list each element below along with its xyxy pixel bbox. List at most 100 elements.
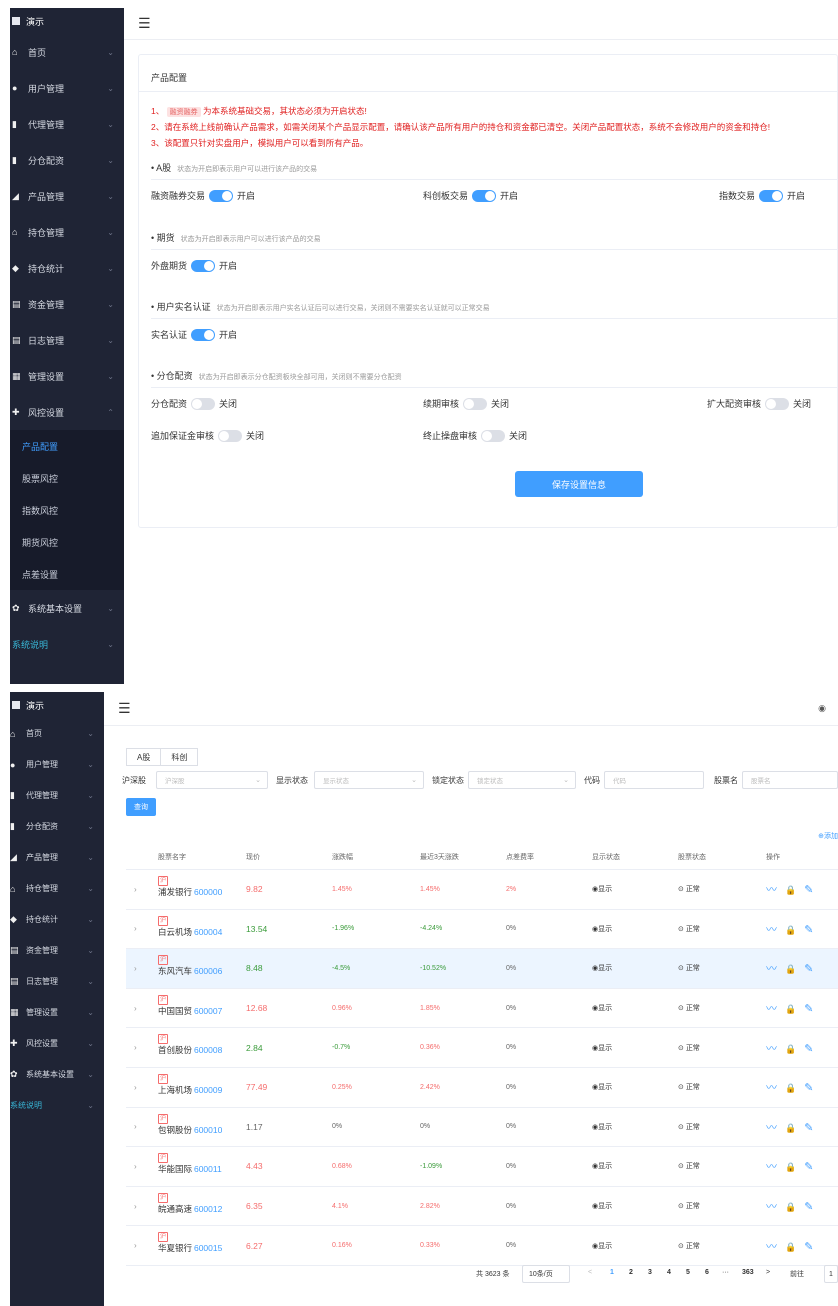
edit-icon[interactable]: ✎ — [804, 884, 813, 896]
sidebar-item-home[interactable]: ⌂ 首页 ⌄ — [10, 718, 104, 749]
page-3[interactable]: 3 — [648, 1269, 652, 1276]
goto-page-input[interactable]: 1 — [824, 1265, 838, 1283]
expand-icon[interactable]: › — [134, 1122, 137, 1131]
edit-icon[interactable]: ✎ — [804, 1122, 813, 1134]
prev-page-button[interactable]: < — [588, 1269, 592, 1276]
lock-icon[interactable]: 🔒 — [785, 925, 796, 935]
expand-icon[interactable]: › — [134, 1202, 137, 1211]
chart-icon[interactable]: 〰 — [766, 1082, 777, 1094]
stock-code-link[interactable]: 600008 — [194, 1045, 222, 1055]
sidebar-item-fund[interactable]: ▤ 资金管理 ⌄ — [10, 935, 104, 966]
alloc-switch[interactable] — [191, 397, 216, 410]
query-button[interactable]: 查询 — [126, 798, 156, 816]
sidebar-subitem[interactable]: 产品配置 — [10, 430, 124, 462]
sidebar-item-system[interactable]: ✿ 系统基本设置 ⌄ — [10, 590, 124, 626]
sidebar-item-agent[interactable]: ▮ 代理管理 ⌄ — [10, 780, 104, 811]
chart-icon[interactable]: 〰 — [766, 1201, 777, 1213]
sidebar-item-product[interactable]: ◢ 产品管理 ⌄ — [10, 178, 124, 214]
page-last[interactable]: 363 — [742, 1269, 754, 1276]
table-row[interactable]: › 沪首创股份 600008 2.84 -0.7% 0.36% 0% ◉显示 ⊙ 正常 〰 🔒 ✎ — [126, 1028, 838, 1068]
sidebar-item-allocation[interactable]: ▮ 分仓配资 ⌄ — [10, 142, 124, 178]
sidebar-item-log[interactable]: ▤ 日志管理 ⌄ — [10, 322, 124, 358]
stock-code-link[interactable]: 600000 — [194, 887, 222, 897]
sidebar-item-user[interactable]: ● 用户管理 ⌄ — [10, 749, 104, 780]
table-row[interactable]: › 沪包钢股份 600010 1.17 0% 0% 0% ◉显示 ⊙ 正常 〰 🔒 ✎ — [126, 1108, 838, 1148]
tab-star[interactable]: 科创 — [161, 748, 199, 766]
stock-name-input[interactable]: 股票名 — [742, 771, 838, 789]
sidebar-item-system-info[interactable]: 系统说明 ⌄ — [10, 626, 124, 662]
expand-icon[interactable]: › — [134, 1083, 137, 1092]
table-row[interactable]: › 沪上海机场 600009 77.49 0.25% 2.42% 0% ◉显示 ⊙ 正常 〰 🔒 ✎ — [126, 1068, 838, 1108]
expand-icon[interactable]: › — [134, 1241, 137, 1250]
sidebar-item-allocation[interactable]: ▮ 分仓配资 ⌄ — [10, 811, 104, 842]
add-button[interactable]: ⊕添加 — [818, 831, 838, 841]
sidebar-item-admin[interactable]: ▦ 管理设置 ⌄ — [10, 997, 104, 1028]
lock-icon[interactable]: 🔒 — [785, 1044, 796, 1054]
chart-icon[interactable]: 〰 — [766, 1161, 777, 1173]
sidebar-item-fund[interactable]: ▤ 资金管理 ⌄ — [10, 286, 124, 322]
expand-icon[interactable]: › — [134, 924, 137, 933]
chart-icon[interactable]: 〰 — [766, 1122, 777, 1134]
table-row[interactable]: › 沪华夏银行 600015 6.27 0.16% 0.33% 0% ◉显示 ⊙ 正常 〰 🔒 ✎ — [126, 1226, 838, 1266]
chart-icon[interactable]: 〰 — [766, 963, 777, 975]
table-row[interactable]: › 沪白云机场 600004 13.54 -1.96% -4.24% 0% ◉显示 ⊙ 正常 〰… — [126, 910, 838, 950]
stock-code-link[interactable]: 600009 — [194, 1085, 222, 1095]
page-ellipsis[interactable]: ··· — [722, 1269, 729, 1276]
lock-icon[interactable]: 🔒 — [785, 1162, 796, 1172]
lock-icon[interactable]: 🔒 — [785, 1123, 796, 1133]
menu-toggle-icon[interactable]: ☰ — [138, 15, 151, 32]
sidebar-item-position[interactable]: ⌂ 持仓管理 ⌄ — [10, 214, 124, 250]
sidebar-item-system[interactable]: ✿ 系统基本设置 ⌄ — [10, 1059, 104, 1090]
table-row[interactable]: › 沪华能国际 600011 4.43 0.68% -1.09% 0% ◉显示 ⊙ 正常 〰 🔒 ✎ — [126, 1147, 838, 1187]
lock-icon[interactable]: 🔒 — [785, 964, 796, 974]
table-row[interactable]: › 沪东风汽车 600006 8.48 -4.5% -10.52% 0% ◉显示 ⊙ 正常 〰 🔒… — [126, 949, 838, 989]
stock-code-link[interactable]: 600012 — [194, 1204, 222, 1214]
sidebar-item-product[interactable]: ◢ 产品管理 ⌄ — [10, 842, 104, 873]
page-6[interactable]: 6 — [705, 1269, 709, 1276]
sidebar-item-agent[interactable]: ▮ 代理管理 ⌄ — [10, 106, 124, 142]
expand-icon[interactable]: › — [134, 1043, 137, 1052]
chart-icon[interactable]: 〰 — [766, 1043, 777, 1055]
page-size-select[interactable]: 10条/页 — [522, 1265, 570, 1283]
expand-review-switch[interactable] — [765, 397, 790, 410]
show-status-select[interactable]: 显示状态 ⌄ — [314, 771, 424, 789]
market-select[interactable]: 沪深股 ⌄ — [156, 771, 268, 789]
chart-icon[interactable]: 〰 — [766, 1241, 777, 1253]
code-input[interactable]: 代码 — [604, 771, 704, 789]
sidebar-subitem[interactable]: 点差设置 — [10, 558, 124, 590]
lock-icon[interactable]: 🔒 — [785, 885, 796, 895]
edit-icon[interactable]: ✎ — [804, 1082, 813, 1094]
chart-icon[interactable]: 〰 — [766, 1003, 777, 1015]
lock-icon[interactable]: 🔒 — [785, 1202, 796, 1212]
star-market-switch[interactable] — [472, 189, 497, 202]
lock-status-select[interactable]: 锁定状态 ⌄ — [468, 771, 576, 789]
sidebar-item-system-info[interactable]: 系统说明 ⌄ — [10, 1090, 104, 1121]
edit-icon[interactable]: ✎ — [804, 1241, 813, 1253]
stock-code-link[interactable]: 600010 — [194, 1125, 222, 1135]
stock-code-link[interactable]: 600006 — [194, 966, 222, 976]
table-row[interactable]: › 沪浦发银行 600000 9.82 1.45% 1.45% 2% ◉显示 ⊙ 正常 〰 🔒 ✎ — [126, 870, 838, 910]
sidebar-item-home[interactable]: ⌂ 首页 ⌄ — [10, 34, 124, 70]
table-row[interactable]: › 沪中国国贸 600007 12.68 0.96% 1.85% 0% ◉显示 ⊙ 正常 〰 🔒 ✎ — [126, 989, 838, 1029]
expand-icon[interactable]: › — [134, 1162, 137, 1171]
page-2[interactable]: 2 — [629, 1269, 633, 1276]
stock-code-link[interactable]: 600004 — [194, 927, 222, 937]
edit-icon[interactable]: ✎ — [804, 924, 813, 936]
next-page-button[interactable]: > — [766, 1269, 770, 1276]
page-4[interactable]: 4 — [667, 1269, 671, 1276]
stock-code-link[interactable]: 600011 — [194, 1164, 222, 1174]
edit-icon[interactable]: ✎ — [804, 963, 813, 975]
edit-icon[interactable]: ✎ — [804, 1201, 813, 1213]
edit-icon[interactable]: ✎ — [804, 1003, 813, 1015]
settings-dot-icon[interactable]: ◉ — [818, 703, 826, 714]
sidebar-item-risk[interactable]: ✚ 风控设置 ⌃ — [10, 394, 124, 430]
foreign-futures-switch[interactable] — [191, 259, 216, 272]
stock-code-link[interactable]: 600007 — [194, 1006, 222, 1016]
page-5[interactable]: 5 — [686, 1269, 690, 1276]
stop-review-switch[interactable] — [481, 429, 506, 442]
expand-icon[interactable]: › — [134, 885, 137, 894]
sidebar-item-position[interactable]: ⌂ 持仓管理 ⌄ — [10, 873, 104, 904]
table-row[interactable]: › 沪皖通高速 600012 6.35 4.1% 2.82% 0% ◉显示 ⊙ 正常 〰 🔒 ✎ — [126, 1187, 838, 1227]
menu-toggle-icon[interactable]: ☰ — [118, 700, 131, 717]
expand-icon[interactable]: › — [134, 964, 137, 973]
